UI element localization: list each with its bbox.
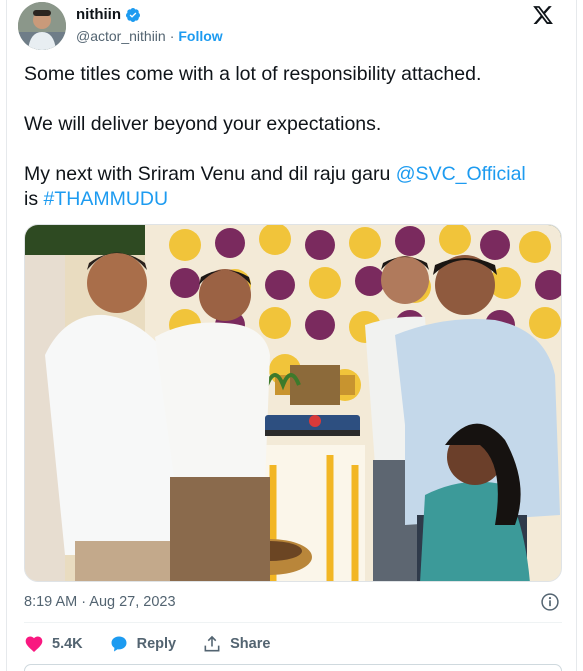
like-button[interactable]: 5.4K xyxy=(24,634,83,654)
actions-divider xyxy=(24,622,562,623)
mention-link[interactable]: @SVC_Official xyxy=(396,163,526,185)
tweet-line-4: is #THAMMUDU xyxy=(24,187,168,212)
reply-button[interactable]: Reply xyxy=(109,634,177,654)
author-handle[interactable]: @actor_nithiin xyxy=(76,28,166,44)
tweet-actions: 5.4K Reply Share xyxy=(24,634,296,654)
tweet-line-4-text: is xyxy=(24,188,44,210)
verified-badge-icon xyxy=(125,7,141,23)
read-replies-bar[interactable] xyxy=(24,664,562,671)
tweet-timestamp[interactable]: 8:19 AM · Aug 27, 2023 xyxy=(24,594,176,610)
x-logo-icon[interactable] xyxy=(532,4,554,26)
tweet-header: nithiin @actor_nithiin · Follow xyxy=(18,0,558,52)
avatar[interactable] xyxy=(18,2,66,50)
tweet-photo[interactable] xyxy=(24,224,562,582)
share-button[interactable]: Share xyxy=(202,634,270,654)
author-name[interactable]: nithiin xyxy=(76,6,121,23)
info-icon[interactable] xyxy=(540,592,560,612)
share-upload-icon xyxy=(204,635,220,652)
tweet-line-1: Some titles come with a lot of responsib… xyxy=(24,63,482,85)
tweet-line-2: We will deliver beyond your expectations… xyxy=(24,113,382,135)
reply-label: Reply xyxy=(136,636,177,652)
tweet-line-3: My next with Sriram Venu and dil raju ga… xyxy=(24,162,526,187)
separator-dot: · xyxy=(169,28,175,44)
tweet-line-3-text: My next with Sriram Venu and dil raju ga… xyxy=(24,163,396,185)
follow-button[interactable]: Follow xyxy=(178,28,222,44)
like-count: 5.4K xyxy=(52,636,83,652)
chat-bubble-icon xyxy=(111,636,127,652)
hashtag-link[interactable]: #THAMMUDU xyxy=(44,188,169,210)
heart-icon xyxy=(25,636,43,652)
share-label: Share xyxy=(230,636,271,652)
